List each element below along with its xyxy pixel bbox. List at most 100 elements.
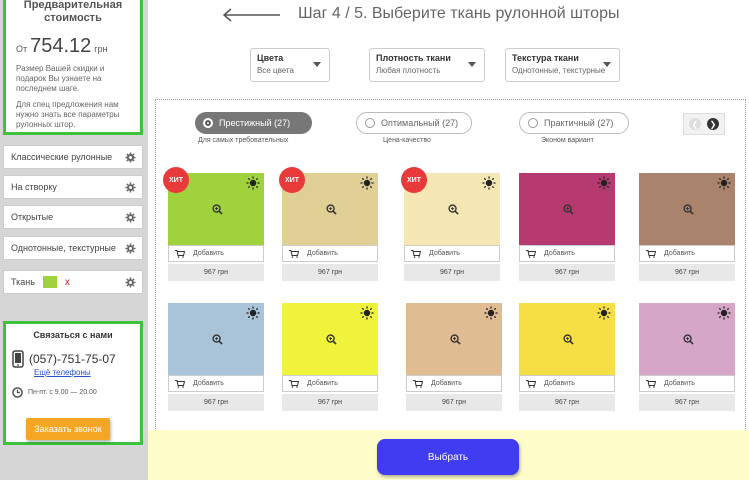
sun-density-icon (360, 306, 374, 320)
zoom-icon[interactable] (212, 204, 223, 215)
product-card[interactable]: Добавить 967 грн (639, 173, 735, 281)
filter-item-system[interactable]: Открытые (3, 205, 143, 229)
density-dropdown[interactable]: Плотность ткани Любая плотность (369, 48, 485, 82)
filter-label: Открытые (11, 212, 54, 222)
cart-icon (646, 379, 656, 388)
zoom-icon[interactable] (563, 204, 574, 215)
radio-icon (365, 118, 375, 128)
sidebar: Предварительная стоимость От 754.12 грн … (0, 0, 148, 480)
more-phones-link[interactable]: Ещё телефоны (34, 368, 134, 377)
next-arrow-icon[interactable]: ❯ (707, 118, 719, 130)
price-prefix: От (16, 44, 28, 54)
product-price: 967 грн (168, 264, 264, 281)
fabric-swatch[interactable] (168, 303, 264, 375)
add-label: Добавить (431, 380, 462, 387)
add-label: Добавить (544, 250, 575, 257)
dropdown-label: Плотность ткани (376, 53, 451, 63)
product-price: 967 грн (519, 394, 615, 411)
filter-item-mount[interactable]: На створку (3, 175, 143, 199)
product-price: 967 грн (519, 264, 615, 281)
gear-icon[interactable] (125, 182, 136, 193)
radio-icon (528, 118, 538, 128)
zoom-icon[interactable] (563, 334, 574, 345)
tab-label: Престижный (27) (219, 118, 291, 128)
add-to-cart-button[interactable]: Добавить (168, 375, 264, 392)
add-label: Добавить (307, 380, 338, 387)
fabric-swatch[interactable] (519, 303, 615, 375)
zoom-icon[interactable] (450, 334, 461, 345)
selected-fabric-swatch (42, 276, 57, 288)
add-to-cart-button[interactable]: Добавить (639, 245, 735, 262)
product-card[interactable]: Добавить 967 грн (519, 173, 615, 281)
product-card[interactable]: Добавить 967 грн (639, 303, 735, 411)
gear-icon[interactable] (125, 277, 136, 288)
gear-icon[interactable] (125, 243, 136, 254)
fabric-swatch[interactable] (639, 173, 735, 245)
zoom-icon[interactable] (326, 204, 337, 215)
contact-title: Связаться с нами (33, 330, 113, 340)
working-hours: Пн-пт. с 9.00 — 20.00 (28, 389, 97, 396)
cart-icon (175, 249, 185, 258)
contact-box: Связаться с нами (057)-751-75-07 Ещё тел… (3, 321, 143, 445)
price-value: 754.12 (30, 35, 92, 57)
add-to-cart-button[interactable]: Добавить (639, 375, 735, 392)
product-card[interactable]: Добавить 967 грн (282, 303, 378, 411)
sun-density-icon (484, 306, 498, 320)
filter-label: Ткань (11, 277, 35, 287)
filter-item-type[interactable]: Классические рулонные (3, 145, 143, 169)
filter-label: Классические рулонные (11, 152, 113, 162)
chevron-down-icon (313, 62, 321, 67)
cart-icon (175, 379, 185, 388)
sun-density-icon (597, 176, 611, 190)
fabric-swatch[interactable] (282, 303, 378, 375)
cart-icon (526, 379, 536, 388)
back-arrow-icon[interactable] (222, 8, 282, 22)
filter-label: На створку (11, 182, 57, 192)
zoom-icon[interactable] (448, 204, 459, 215)
cart-icon (289, 249, 299, 258)
add-to-cart-button[interactable]: Добавить (168, 245, 264, 262)
colors-dropdown[interactable]: Цвета Все цвета (250, 48, 330, 82)
zoom-icon[interactable] (683, 334, 694, 345)
phone-number[interactable]: (057)-751-75-07 (29, 352, 116, 366)
sun-density-icon (717, 176, 731, 190)
fabric-swatch[interactable] (639, 303, 735, 375)
tab-sub-prestige: Для самых требовательных (198, 137, 289, 144)
add-to-cart-button[interactable]: Добавить (282, 375, 378, 392)
tab-optimal[interactable]: Оптимальный (27) (356, 112, 472, 134)
add-to-cart-button[interactable]: Добавить (519, 375, 615, 392)
tab-practical[interactable]: Практичный (27) (519, 112, 629, 134)
callback-button[interactable]: Заказать звонок (26, 418, 110, 440)
dropdown-value: Любая плотность (376, 66, 441, 75)
fabric-swatch[interactable] (519, 173, 615, 245)
tab-prestige[interactable]: Престижный (27) (195, 112, 312, 134)
zoom-icon[interactable] (683, 204, 694, 215)
choose-button[interactable]: Выбрать (377, 439, 519, 475)
product-price: 967 грн (282, 264, 378, 281)
hours-row: Пн-пт. с 9.00 — 20.00 (12, 387, 134, 398)
fabric-swatch[interactable] (406, 303, 502, 375)
gear-icon[interactable] (125, 212, 136, 223)
filter-item-fabric[interactable]: Ткань x (3, 270, 143, 294)
zoom-icon[interactable] (326, 334, 337, 345)
add-label: Добавить (429, 250, 460, 257)
filter-item-texture[interactable]: Однотонные, текстурные (3, 236, 143, 260)
add-to-cart-button[interactable]: Добавить (406, 375, 502, 392)
product-price: 967 грн (282, 394, 378, 411)
add-to-cart-button[interactable]: Добавить (404, 245, 500, 262)
texture-dropdown[interactable]: Текстура ткани Однотонные, текстурные (505, 48, 620, 82)
prev-arrow-icon[interactable]: ❮ (689, 118, 701, 130)
product-card[interactable]: Добавить 967 грн (168, 303, 264, 411)
product-card[interactable]: Добавить 967 грн (406, 303, 502, 411)
add-label: Добавить (193, 380, 224, 387)
price-note: Размер Вашей скидки и подарок Вы узнаете… (16, 64, 105, 93)
remove-fabric-button[interactable]: x (65, 277, 70, 288)
gear-icon[interactable] (125, 152, 136, 163)
sun-density-icon (597, 306, 611, 320)
product-card[interactable]: Добавить 967 грн (519, 303, 615, 411)
product-price: 967 грн (404, 264, 500, 281)
chevron-down-icon (468, 62, 476, 67)
add-to-cart-button[interactable]: Добавить (519, 245, 615, 262)
zoom-icon[interactable] (212, 334, 223, 345)
add-to-cart-button[interactable]: Добавить (282, 245, 378, 262)
